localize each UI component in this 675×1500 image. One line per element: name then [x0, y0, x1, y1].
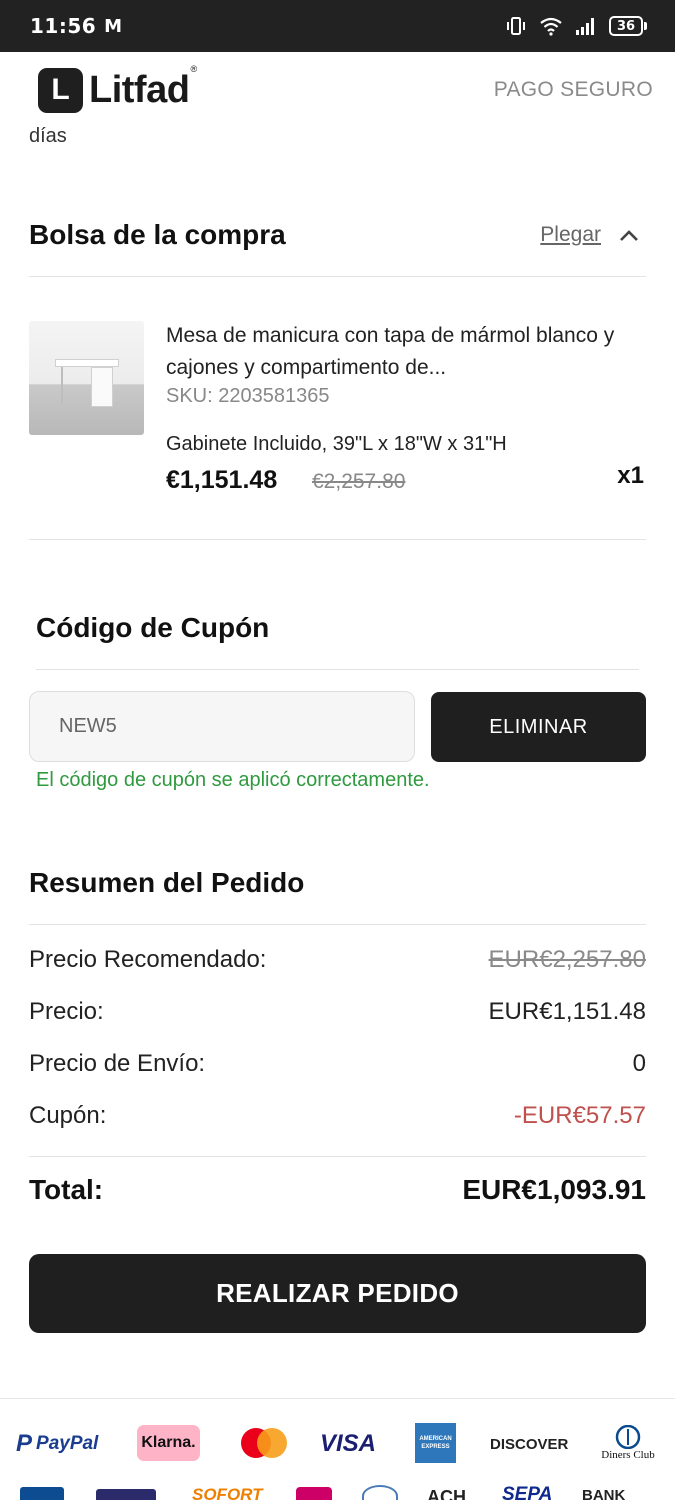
globe-bank-logo	[362, 1485, 398, 1500]
product-image[interactable]	[29, 321, 144, 435]
litfad-logo[interactable]: L Litfad ®	[38, 64, 197, 113]
status-icons: 36	[505, 16, 647, 36]
paypal-logo: P PayPal	[16, 1430, 99, 1457]
place-order-button[interactable]: REALIZAR PEDIDO	[29, 1254, 646, 1333]
total-label: Total:	[29, 1174, 104, 1205]
payment-methods: P PayPal Klarna. VISA AMERICAN EXPRESS DI…	[0, 1398, 675, 1500]
ach-logo: ACH	[427, 1486, 466, 1500]
truncated-delivery-text: días	[29, 125, 67, 147]
giropay-logo	[96, 1489, 156, 1500]
secure-payment-label: PAGO SEGURO	[493, 78, 653, 101]
remove-coupon-button[interactable]: ELIMINAR	[431, 692, 646, 762]
summary-value: EUR€1,151.48	[488, 998, 646, 1025]
total-divider	[29, 1156, 646, 1157]
summary-label: Precio:	[29, 998, 104, 1025]
battery-icon: 36	[609, 16, 647, 36]
battery-level: 36	[609, 16, 643, 36]
sofort-logo: SOFORT	[192, 1485, 263, 1500]
summary-value: 0	[632, 1050, 646, 1077]
ideal-logo	[296, 1487, 332, 1500]
bank-transfer-logo: BANK	[582, 1486, 626, 1500]
status-time: 11:56	[30, 14, 97, 38]
summary-divider	[29, 924, 646, 925]
product-variant: Gabinete Incluido, 39"L x 18"W x 31"H	[166, 433, 507, 455]
chevron-up-icon[interactable]	[619, 228, 639, 242]
summary-value: EUR€2,257.80	[488, 946, 646, 973]
site-header: L Litfad ® PAGO SEGURO	[0, 52, 675, 128]
total-value: EUR€1,093.91	[462, 1174, 646, 1205]
klarna-logo: Klarna.	[137, 1425, 200, 1461]
mail-notification-icon: M	[104, 15, 123, 37]
coupon-title: Código de Cupón	[36, 612, 270, 643]
coupon-success-message: El código de cupón se aplicó correctamen…	[36, 769, 430, 791]
bag-title: Bolsa de la compra	[29, 219, 286, 250]
coupon-input[interactable]	[29, 691, 415, 762]
logo-registered: ®	[190, 63, 198, 74]
product-name[interactable]: Mesa de manicura con tapa de mármol blan…	[166, 320, 646, 384]
summary-row-coupon: Cupón: -EUR€57.57	[29, 1102, 646, 1130]
product-quantity: x1	[617, 462, 644, 489]
mastercard-logo	[238, 1426, 290, 1460]
vibrate-icon	[507, 17, 525, 35]
sepa-logo: SEPA	[502, 1484, 553, 1500]
summary-label: Precio Recomendado:	[29, 946, 267, 973]
fold-link[interactable]: Plegar	[540, 223, 601, 247]
discover-logo: DISCOVER	[490, 1435, 569, 1453]
product-original-price: €2,257.80	[312, 470, 406, 493]
summary-label: Cupón:	[29, 1102, 107, 1129]
signal-icon	[576, 18, 594, 35]
status-bar: 11:56 M 36	[0, 0, 675, 52]
jcb-logo	[20, 1487, 64, 1500]
bag-divider	[29, 276, 646, 277]
amex-logo: AMERICAN EXPRESS	[415, 1423, 456, 1463]
product-price: €1,151.48	[166, 466, 278, 494]
visa-logo: VISA	[320, 1430, 377, 1457]
logo-text: Litfad	[89, 68, 190, 111]
summary-label: Precio de Envío:	[29, 1050, 206, 1077]
summary-row-price: Precio: EUR€1,151.48	[29, 998, 646, 1026]
coupon-divider	[36, 669, 639, 670]
logo-mark: L	[38, 67, 83, 113]
product-sku: SKU: 2203581365	[166, 385, 330, 407]
product-divider	[29, 539, 646, 540]
summary-value: -EUR€57.57	[513, 1102, 646, 1129]
summary-title: Resumen del Pedido	[29, 867, 305, 898]
summary-row-recommended: Precio Recomendado: EUR€2,257.80	[29, 946, 646, 974]
summary-row-shipping: Precio de Envío: 0	[29, 1050, 646, 1078]
summary-total: Total: EUR€1,093.91	[29, 1174, 646, 1206]
wifi-icon	[540, 17, 562, 36]
diners-club-logo: Diners Club	[598, 1421, 658, 1465]
fold-toggle[interactable]: Plegar	[540, 223, 639, 247]
